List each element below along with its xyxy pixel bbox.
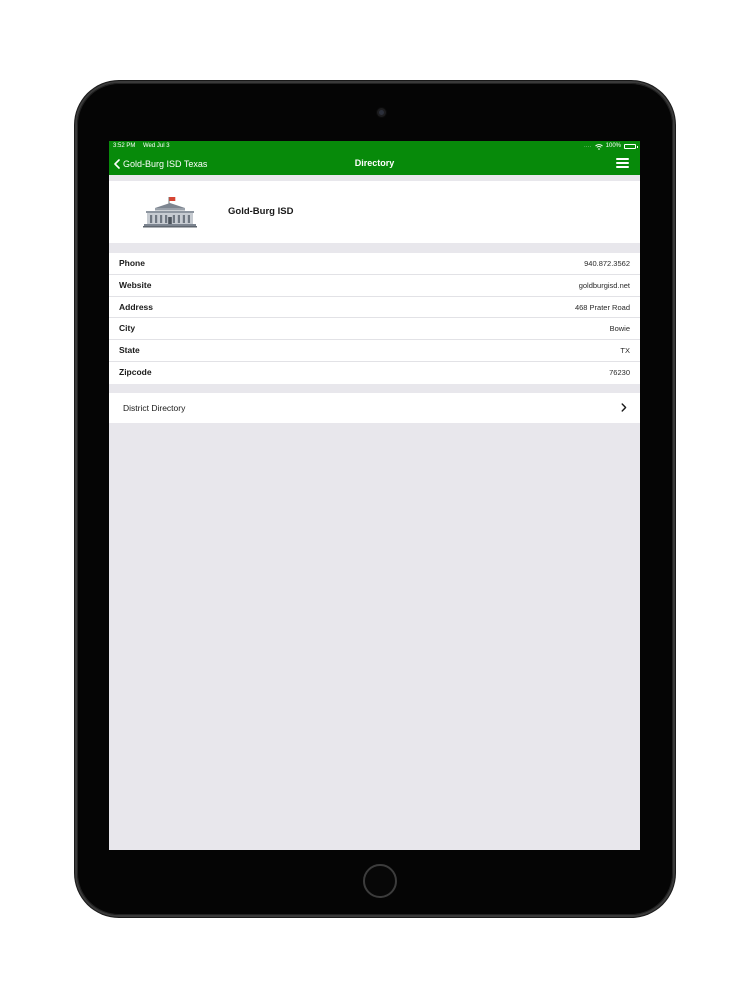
- page-title: Directory: [354, 158, 395, 168]
- info-row-phone[interactable]: Phone 940.872.3562: [109, 253, 640, 275]
- wifi-icon: [594, 143, 603, 150]
- info-label: Zipcode: [119, 366, 152, 377]
- info-row-website[interactable]: Website goldburgisd.net: [109, 275, 640, 297]
- camera-lens: [379, 110, 384, 115]
- info-row-state: State TX: [109, 340, 640, 362]
- status-date: Wed Jul 3: [143, 143, 170, 149]
- hamburger-menu-icon[interactable]: [616, 158, 629, 169]
- contact-info-list: Phone 940.872.3562 Website goldburgisd.n…: [109, 253, 640, 384]
- phone-value[interactable]: 940.872.3562: [584, 253, 630, 274]
- school-building-icon: [143, 196, 197, 228]
- app-screen: 3:52 PM Wed Jul 3 .... 100% Gold-Burg IS…: [109, 141, 640, 850]
- state-value: TX: [620, 346, 630, 356]
- district-header: Gold-Burg ISD: [109, 181, 640, 243]
- info-label: Address: [119, 301, 154, 312]
- top-bar: 3:52 PM Wed Jul 3 .... 100% Gold-Burg IS…: [109, 141, 640, 175]
- info-label: Website: [119, 279, 152, 290]
- info-label: City: [119, 323, 136, 334]
- battery-percent: 100%: [605, 143, 621, 149]
- battery-icon: [624, 144, 638, 149]
- info-row-city: City Bowie: [109, 318, 640, 341]
- website-value[interactable]: goldburgisd.net: [579, 275, 630, 296]
- zipcode-value: 76230: [609, 367, 630, 377]
- address-value[interactable]: 468 Prater Road: [575, 297, 630, 318]
- front-camera: [377, 108, 386, 117]
- status-time: 3:52 PM: [113, 143, 136, 149]
- chevron-right-icon: [621, 403, 627, 412]
- navigation-bar: Gold-Burg ISD Texas Directory: [109, 152, 640, 175]
- district-directory-label: District Directory: [123, 403, 186, 413]
- info-row-zipcode: Zipcode 76230: [109, 362, 640, 384]
- status-bar: 3:52 PM Wed Jul 3 .... 100%: [109, 141, 640, 152]
- status-indicators: .... 100%: [584, 141, 638, 152]
- info-label: Phone: [119, 258, 145, 268]
- signal-dots: ....: [584, 143, 592, 149]
- home-button[interactable]: [363, 864, 397, 898]
- city-value: Bowie: [609, 324, 630, 334]
- info-row-address[interactable]: Address 468 Prater Road: [109, 297, 640, 319]
- district-directory-link[interactable]: District Directory: [109, 393, 640, 423]
- info-label: State: [119, 345, 140, 356]
- district-name: Gold-Burg ISD: [228, 206, 294, 217]
